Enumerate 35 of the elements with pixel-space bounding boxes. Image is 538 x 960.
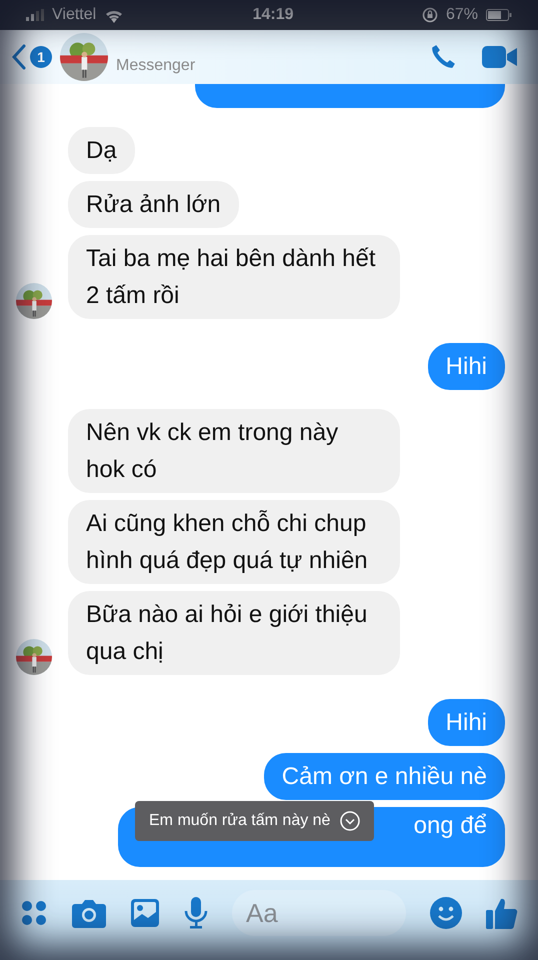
message-bubble: Dạ (68, 127, 135, 174)
smiley-icon (430, 897, 462, 929)
chat-subtitle: Messenger (116, 56, 196, 76)
voice-button[interactable] (184, 897, 208, 929)
back-button[interactable]: 1 (12, 44, 52, 70)
message-bubble: Hihi (428, 699, 505, 746)
message-bubble: Nên vk ck em trong này hok có (68, 409, 400, 493)
gallery-button[interactable] (130, 898, 160, 928)
status-time: 14:19 (252, 5, 294, 25)
message-bubble: Rửa ảnh lớn (68, 181, 239, 228)
back-icon (12, 44, 26, 70)
video-call-button[interactable] (482, 45, 518, 69)
camera-icon (72, 898, 106, 928)
unread-count: 1 (30, 46, 52, 68)
emoji-button[interactable] (430, 897, 462, 929)
message-bubble: Tai ba mẹ hai bên dành hết 2 tấm rồi (68, 235, 400, 319)
more-button[interactable] (20, 899, 48, 927)
thumbs-up-icon (486, 897, 518, 929)
signal-icon (26, 9, 44, 21)
video-camera-icon (482, 45, 518, 69)
reply-preview-text: Em muốn rửa tấm này nè (149, 811, 330, 831)
camera-button[interactable] (72, 898, 106, 928)
carrier-name: Viettel (52, 5, 96, 25)
orientation-lock-icon (422, 7, 438, 23)
chevron-down-circle-icon (340, 811, 360, 831)
message-bubble: Cảm ơn e nhiều nè (264, 753, 505, 800)
image-icon (130, 898, 160, 928)
message-bubble: Bữa nào ai hỏi e giới thiệu qua chị (68, 591, 400, 675)
microphone-icon (184, 897, 208, 929)
menu-dots-icon (20, 899, 48, 927)
like-button[interactable] (486, 897, 518, 929)
battery-percent: 67% (446, 5, 478, 25)
battery-icon (486, 9, 512, 21)
message-bubble: Hihi (428, 343, 505, 390)
message-bubble: Ai cũng khen chỗ chi chup hình quá đẹp quá tự nhiên (68, 500, 400, 584)
